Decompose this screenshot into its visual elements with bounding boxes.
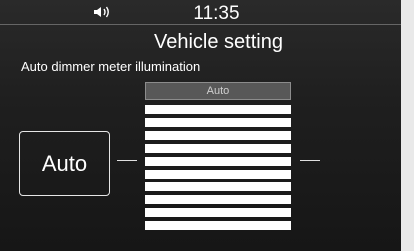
brightness-bar[interactable] — [145, 221, 291, 231]
clock-time: 11:35 — [193, 3, 240, 24]
plus-dash — [300, 160, 320, 161]
setting-name: Auto dimmer meter illumination — [21, 59, 201, 74]
brightness-bar[interactable] — [145, 130, 291, 140]
brightness-bar[interactable] — [145, 208, 291, 218]
brightness-bar[interactable] — [145, 156, 291, 166]
screen-edge — [401, 0, 414, 251]
brightness-bar[interactable] — [145, 143, 291, 153]
minus-dash — [117, 160, 137, 161]
page-title: Vehicle setting — [154, 31, 283, 53]
brightness-bar[interactable] — [145, 117, 291, 127]
display-screen: 11:35 Vehicle setting Auto dimmer meter … — [0, 0, 401, 251]
status-bar: 11:35 — [0, 0, 401, 24]
auto-button-label: Auto — [41, 150, 88, 176]
status-divider — [0, 24, 401, 25]
brightness-bar[interactable] — [145, 182, 291, 192]
slider-auto-header[interactable]: Auto — [145, 82, 291, 100]
slider-auto-label: Auto — [206, 85, 230, 97]
brightness-level-slider[interactable]: Auto — [145, 82, 291, 231]
auto-button[interactable]: Auto — [19, 131, 110, 196]
brightness-bar[interactable] — [145, 195, 291, 205]
brightness-bar[interactable] — [145, 105, 291, 114]
brightness-bar[interactable] — [145, 169, 291, 179]
